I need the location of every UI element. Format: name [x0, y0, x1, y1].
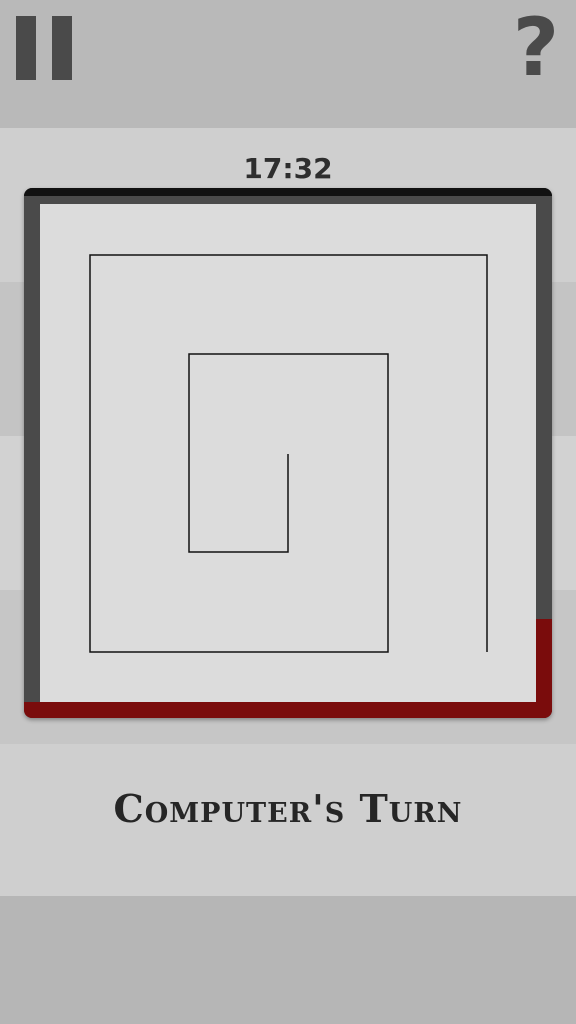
- pause-icon: [16, 16, 36, 80]
- game-timer: 17:32: [243, 152, 333, 185]
- board-top-edge: [24, 188, 552, 196]
- spiral-path: [89, 254, 488, 653]
- pause-icon-bar: [52, 16, 72, 80]
- progress-border-bottom: [24, 702, 552, 718]
- drawn-line: [89, 254, 488, 653]
- question-mark-icon: ?: [512, 1, 560, 94]
- background-band: [0, 896, 576, 1024]
- game-board[interactable]: [24, 188, 552, 718]
- background-band: [0, 0, 576, 128]
- turn-indicator: Computer's Turn: [113, 786, 463, 831]
- help-button[interactable]: ?: [506, 6, 566, 90]
- pause-button[interactable]: [16, 16, 72, 80]
